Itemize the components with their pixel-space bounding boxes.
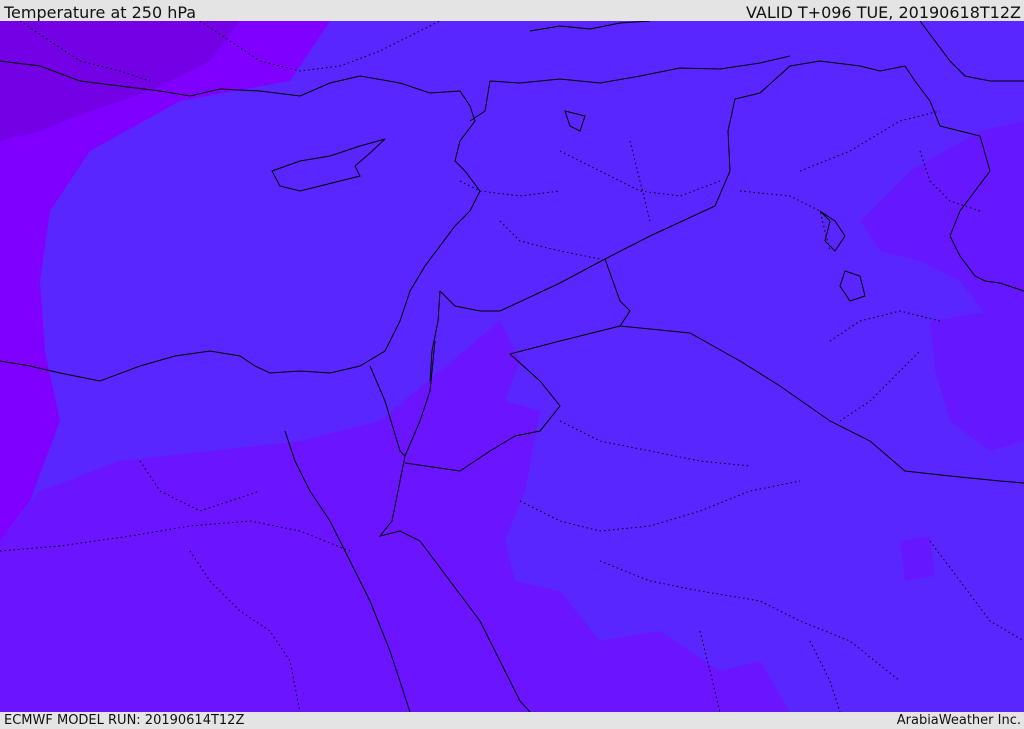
map-title: Temperature at 250 hPa	[4, 3, 197, 22]
temperature-field-southeast-violet	[900, 536, 935, 581]
credit-label: ArabiaWeather Inc.	[896, 713, 1021, 728]
header-bar: Temperature at 250 hPa VALID T+096 TUE, …	[0, 0, 1024, 22]
map-canvas	[0, 21, 1024, 712]
temperature-map	[0, 21, 1024, 712]
model-run-label: ECMWF MODEL RUN: 20190614T12Z	[4, 713, 245, 728]
valid-time-label: VALID T+096 TUE, 20190618T12Z	[745, 3, 1021, 22]
footer-bar: ECMWF MODEL RUN: 20190614T12Z ArabiaWeat…	[0, 712, 1024, 729]
